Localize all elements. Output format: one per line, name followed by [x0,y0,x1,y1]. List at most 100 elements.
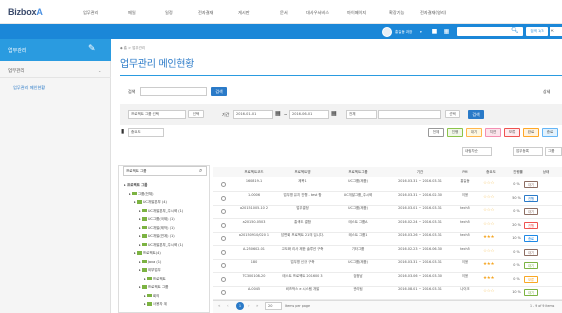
search-input[interactable] [140,87,207,96]
status-filter-tag[interactable]: 보류 [504,128,520,137]
tree-node[interactable]: ▸ 사용자 계 [144,302,167,307]
edit-icon[interactable]: ✎ [88,44,96,54]
current-page[interactable]: 1 [236,302,244,310]
row-radio[interactable] [221,276,226,282]
grid-column-header[interactable]: 프로젝트명 [275,167,330,177]
tree-node[interactable]: ▸ 프로젝트 [144,277,166,282]
order-select[interactable]: 업무등록 [513,147,543,156]
status-filter-tag[interactable]: 종료 [542,128,558,137]
status-badge: 진행 [524,221,538,229]
filter-search-button[interactable]: 검색 [468,110,484,119]
importance-stars: ☆☆☆ [483,194,495,200]
calendar-icon[interactable]: ▦ [275,110,281,117]
tree-search-input[interactable]: 프로젝트 그룹 [123,166,207,176]
last-page-icon[interactable]: » [256,303,258,308]
status-filter-tag[interactable]: 지연 [485,128,501,137]
row-radio[interactable] [221,209,226,214]
user-name[interactable]: 홍길동 과장 [395,30,412,35]
per-page-select[interactable]: 20 [265,302,282,310]
importance-stars: ★★★ [483,235,495,240]
chevron-down-icon[interactable]: ⌄ [98,68,101,73]
row-radio[interactable] [221,182,226,187]
tree-node[interactable]: ▸ UC개발(연계) (1) [139,234,175,239]
status-filter-tag[interactable]: 완료 [523,128,539,137]
row-radio[interactable] [221,222,226,228]
sidebar-item-dashboard[interactable]: 업무관리 메인현황 [13,85,45,91]
grid-column-header[interactable]: 중요도 [476,167,506,177]
top-menu-item[interactable]: 문서 [280,10,288,16]
expand-icon[interactable]: ⇱ [550,27,562,36]
tree-node[interactable]: ▸ UC개발(제작) (1) [139,226,175,231]
grid-column-header[interactable]: 프로젝트코드 [233,167,275,177]
tree-node[interactable]: ▸ 프로젝트 그룹 [124,183,148,188]
row-radio[interactable] [221,290,226,295]
first-page-icon[interactable]: « [218,303,220,308]
status-filter-tag[interactable]: 대기 [466,128,482,137]
grid-column-header[interactable]: 프로젝트그룹 [330,167,386,177]
project-group-select[interactable]: 프로젝트 그룹 선택 [128,110,186,119]
tree-node[interactable]: ▸ Java (1) [139,260,161,264]
grid-column-header[interactable] [213,167,233,177]
sidebar-item-section[interactable]: 업무관리 [8,68,25,74]
grid-cell-group: 테스트 그룹1 [348,233,368,237]
chevron-down-icon[interactable]: ▾ [420,30,422,34]
scope-select[interactable]: 전체 [346,110,377,119]
row-radio[interactable] [221,263,226,268]
top-menu-item[interactable]: 확장기능 [389,10,404,16]
tree-node[interactable]: ▸ 외부업무 [139,268,161,273]
tree-node[interactable]: ▸ UC개발본부_주시혁 (1) [139,209,183,214]
search-count-button[interactable]: 검색 1/3 [526,27,548,36]
search-icon[interactable]: ⌕ [199,167,202,175]
select-button-2[interactable]: 선택 [445,110,460,118]
breadcrumb: ◆ 홈 > 업무관리 [120,46,146,50]
prev-page-icon[interactable]: ‹ [227,303,229,308]
tree-node[interactable]: ▸ UC개발본부_주시혁 (1) [139,243,183,248]
calendar-icon[interactable]: ▦ [331,110,337,117]
progress-percent: 0 % [513,182,520,186]
search-icon[interactable]: 🔍︎ [511,27,519,34]
progress-percent: 0 % [513,263,520,267]
importance-stars: ★★★ [483,275,495,281]
sort-select[interactable]: 내림차순 [462,147,492,156]
tree-node[interactable]: ▸ 그룹(전체) [129,192,154,197]
search-button[interactable]: 검색 [211,87,227,96]
status-filter-tag[interactable]: 전체 [428,128,444,137]
folder-icon [131,191,137,196]
tree-node[interactable]: ▸ UC개발본부 (4) [134,200,167,205]
group-select[interactable]: 그룹 [545,147,562,156]
grid-column-header[interactable]: 기간 [386,167,454,177]
date-to-input[interactable]: 2016-06-01 [289,110,329,119]
row-radio[interactable] [221,195,226,201]
row-radio[interactable] [221,249,226,255]
top-menu-item[interactable]: 업무관리 [83,10,98,16]
status-filter-tag[interactable]: 진행 [447,128,463,137]
tree-node[interactable]: ▸ 프로젝트(4) [134,251,161,256]
row-radio[interactable] [221,236,226,241]
top-menu-item[interactable]: 전자결재(영리) [420,10,446,16]
date-from-input[interactable]: 2016-01-01 [233,110,273,119]
brand-logo[interactable]: BizboxA [8,7,43,17]
detail-toggle[interactable]: 상세 [543,89,550,95]
folder-icon [141,234,147,238]
tree-node[interactable]: ▸ UC그룹(국제) (1) [139,217,175,222]
select-button[interactable]: 선택 [188,110,204,118]
top-menu-item[interactable]: 마이페이지 [347,10,366,16]
tree-node[interactable]: ▸ 회의 [144,294,159,299]
grid-menu-icon[interactable]: ▦ [442,27,451,36]
user-avatar[interactable] [382,27,392,37]
grid-cell-period: 2016.02.23 ~ 2016.06.30 [398,246,442,251]
grid-cell-period: 2016.03.31 ~ 2016.02.30 [398,192,442,197]
top-menu-item[interactable]: 일정 [165,10,173,16]
grid-column-header[interactable]: PM [454,167,476,177]
importance-select[interactable]: 중요도 [128,128,164,137]
grid-column-header[interactable]: 상태 [530,167,562,177]
tree-node[interactable]: ▸ 프로젝트 그룹 [139,285,168,290]
top-menu-item[interactable]: 전자결재 [198,10,213,16]
top-menu-item[interactable]: 게시판 [238,10,250,16]
grid-column-header[interactable]: 진행률 [506,167,530,177]
top-menu-item[interactable]: 메일 [128,10,136,16]
keyword-input[interactable] [378,110,441,119]
notification-icon[interactable]: ■ [430,27,439,36]
next-page-icon[interactable]: › [248,303,250,308]
top-menu-item[interactable]: 대사우서비스 [306,10,329,16]
